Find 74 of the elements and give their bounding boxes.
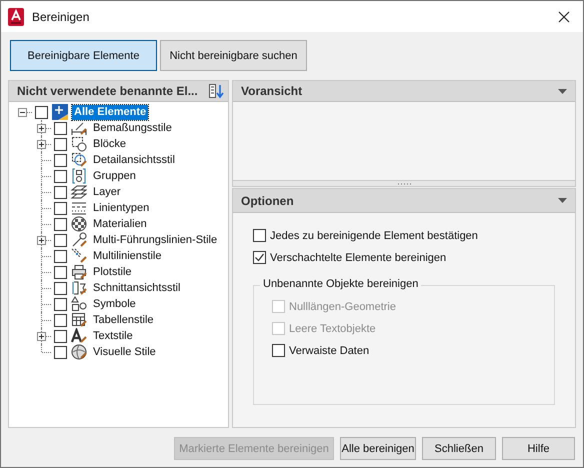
tree-item[interactable]: Tabellenstile — [91, 312, 156, 328]
tree-item[interactable]: Multilinienstile — [91, 248, 164, 264]
checkbox[interactable] — [54, 330, 67, 342]
linetypes-icon — [71, 200, 87, 216]
app-icon — [8, 8, 24, 26]
checkbox[interactable] — [54, 170, 67, 182]
dropdown-arrow-icon[interactable] — [558, 198, 567, 203]
block-icon — [71, 136, 87, 152]
checkbox[interactable] — [54, 202, 67, 214]
checkbox[interactable] — [54, 298, 67, 310]
tree-item[interactable]: Multi-Führungslinien-Stile — [91, 232, 220, 248]
window-title: Bereinigen — [32, 10, 90, 24]
close-icon[interactable] — [558, 10, 570, 22]
checkbox[interactable] — [54, 122, 67, 134]
checkbox[interactable] — [54, 186, 67, 198]
splitter-handle[interactable] — [232, 181, 576, 187]
checkbox[interactable] — [54, 314, 67, 326]
tree-item[interactable]: Gruppen — [91, 168, 138, 184]
expand-toggle[interactable] — [37, 140, 46, 148]
collapse-toggle[interactable] — [18, 108, 27, 116]
tree-item[interactable]: Alle Elemente — [72, 104, 148, 120]
tree-item[interactable]: Textstile — [91, 328, 135, 344]
expand-toggle[interactable] — [37, 124, 46, 132]
checkbox[interactable] — [253, 229, 266, 242]
panel-title: Optionen — [241, 194, 294, 208]
detail-icon — [71, 152, 87, 168]
checkbox-label[interactable]: Jedes zu bereinigende Element bestätigen — [270, 230, 478, 242]
tree-item[interactable]: Layer — [91, 184, 123, 200]
text-style-icon — [71, 328, 87, 344]
panel-title: Nicht verwendete benannte El... — [17, 84, 198, 98]
panel-title: Voransicht — [241, 84, 302, 98]
checkbox[interactable] — [54, 218, 67, 230]
tree-item[interactable]: Schnittansichtsstil — [91, 280, 182, 296]
expand-toggle[interactable] — [37, 332, 46, 340]
leader-icon — [71, 232, 87, 248]
tree-item[interactable]: Bemaßungsstile — [91, 120, 174, 136]
group-icon — [71, 168, 87, 184]
mode-button[interactable]: Nicht bereinigbare suchen — [160, 40, 307, 71]
section-icon — [71, 280, 87, 296]
dialog-button[interactable]: Alle bereinigen — [340, 437, 416, 460]
checkbox[interactable] — [54, 234, 67, 246]
tree-item[interactable]: Detailansichtsstil — [91, 152, 177, 168]
checkbox[interactable] — [35, 106, 48, 118]
printer-icon — [71, 264, 87, 280]
dialog-button[interactable]: Hilfe — [502, 437, 575, 460]
tree-item[interactable]: Symbole — [91, 296, 138, 312]
layers-icon — [71, 184, 87, 200]
checkbox-label[interactable]: Verwaiste Daten — [289, 344, 370, 356]
tree-item[interactable]: Blöcke — [91, 136, 128, 152]
expand-toggle[interactable] — [37, 236, 46, 244]
checkbox-label[interactable]: Verschachtelte Elemente bereinigen — [270, 252, 446, 264]
checkbox[interactable] — [54, 138, 67, 150]
tree-item[interactable]: Materialien — [91, 216, 149, 232]
table-icon — [71, 312, 87, 328]
checkbox[interactable] — [54, 266, 67, 278]
shapes-icon — [71, 296, 87, 312]
sort-icon[interactable] — [208, 83, 224, 99]
sphere-icon — [71, 344, 87, 360]
multiline-icon — [71, 248, 87, 264]
dropdown-arrow-icon[interactable] — [558, 88, 567, 94]
mode-button[interactable]: Bereinigbare Elemente — [10, 40, 157, 71]
checkbox[interactable] — [272, 344, 285, 357]
checkered-sphere-icon — [71, 216, 87, 232]
checkbox[interactable] — [54, 250, 67, 262]
dialog-button[interactable]: Schließen — [422, 437, 496, 460]
checkbox[interactable] — [54, 282, 67, 294]
checkbox[interactable] — [54, 154, 67, 166]
checkbox[interactable] — [253, 251, 266, 264]
tree-item[interactable]: Linientypen — [91, 200, 152, 216]
dimension-icon — [71, 120, 87, 136]
checkbox[interactable] — [54, 346, 67, 358]
group-title: Unbenannte Objekte bereinigen — [260, 278, 422, 290]
tree-item[interactable]: Plotstile — [91, 264, 134, 280]
tree-item[interactable]: Visuelle Stile — [91, 344, 158, 360]
